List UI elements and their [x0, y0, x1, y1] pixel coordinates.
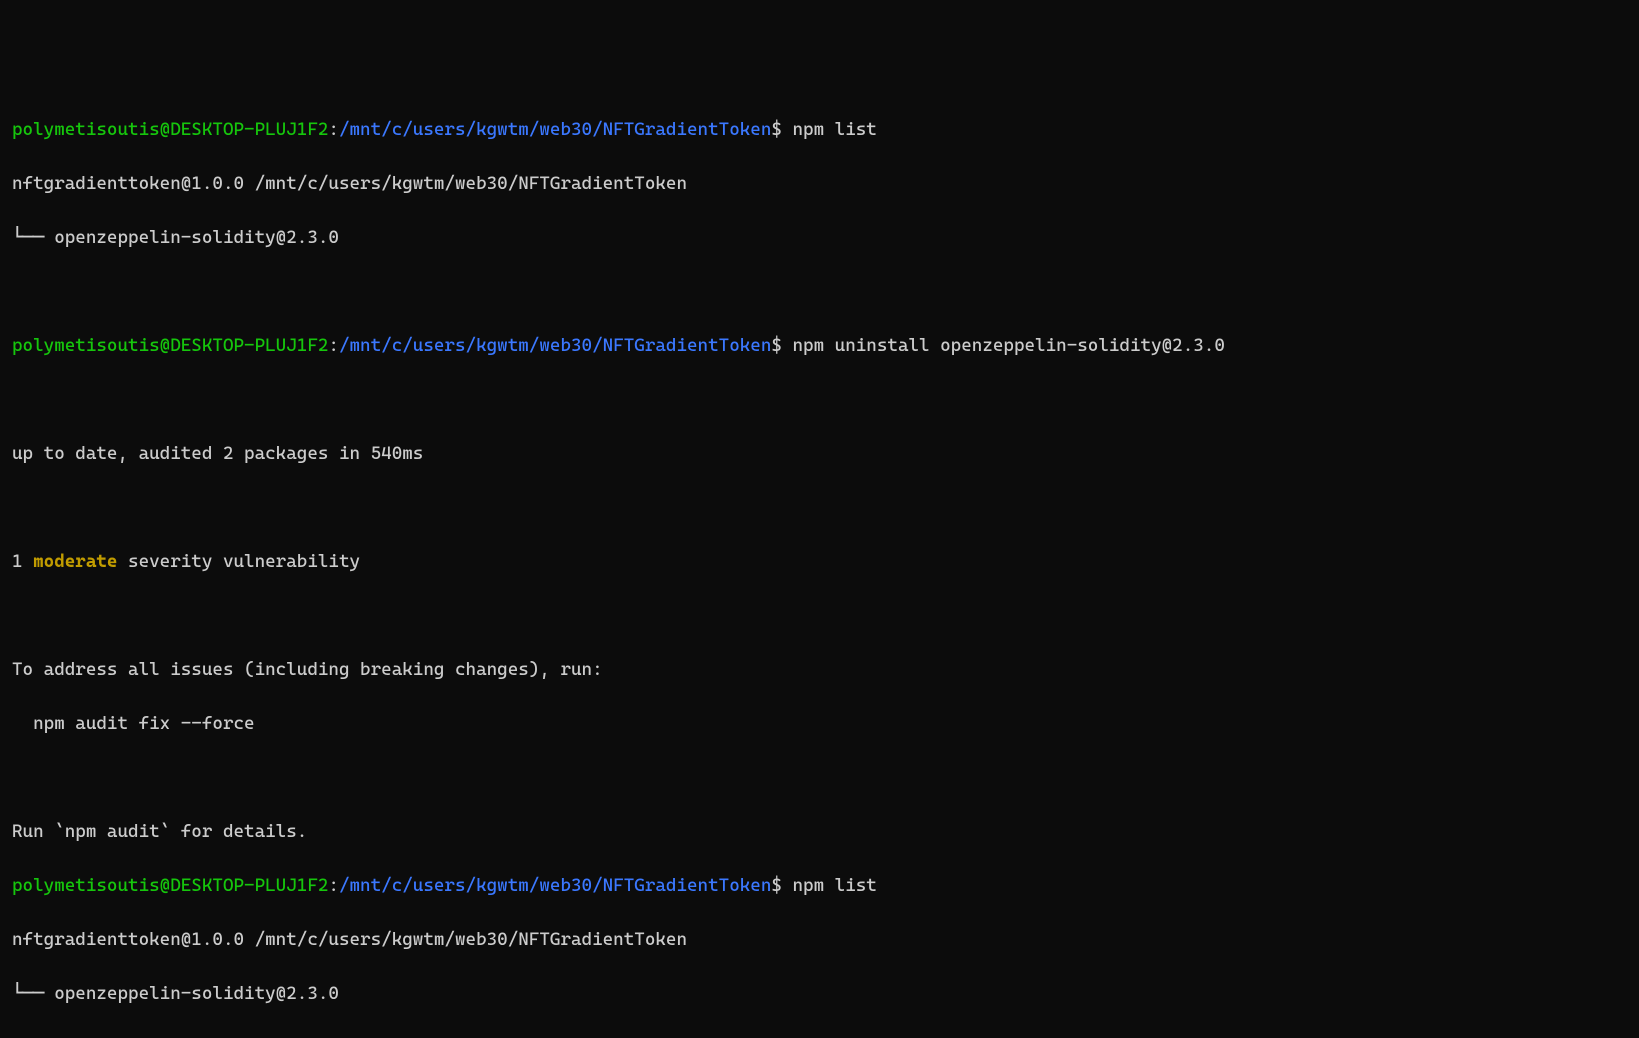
prompt-path: /mnt/c/users/kgwtm/web30/NFTGradientToke… — [339, 875, 771, 896]
prompt-dollar: $ — [771, 335, 782, 356]
prompt-line-2[interactable]: polymetisoutis@DESKTOP-PLUJ1F2:/mnt/c/us… — [12, 332, 1627, 359]
prompt-user: polymetisoutis@DESKTOP-PLUJ1F2 — [12, 875, 328, 896]
blank-line — [12, 494, 1627, 521]
output-3-line-2: └── openzeppelin-solidity@2.3.0 — [12, 980, 1627, 1007]
blank-line — [12, 764, 1627, 791]
command-2: npm uninstall openzeppelin-solidity@2.3.… — [792, 335, 1224, 356]
prompt-path: /mnt/c/users/kgwtm/web30/NFTGradientToke… — [339, 335, 771, 356]
prompt-user: polymetisoutis@DESKTOP-PLUJ1F2 — [12, 119, 328, 140]
output-2-severity: 1 moderate severity vulnerability — [12, 548, 1627, 575]
prompt-colon: : — [328, 875, 339, 896]
prompt-path: /mnt/c/users/kgwtm/web30/NFTGradientToke… — [339, 119, 771, 140]
prompt-user: polymetisoutis@DESKTOP-PLUJ1F2 — [12, 335, 328, 356]
output-3-line-1: nftgradienttoken@1.0.0 /mnt/c/users/kgwt… — [12, 926, 1627, 953]
prompt-line-1[interactable]: polymetisoutis@DESKTOP-PLUJ1F2:/mnt/c/us… — [12, 116, 1627, 143]
prompt-dollar: $ — [771, 875, 782, 896]
output-2-line-3: To address all issues (including breakin… — [12, 656, 1627, 683]
prompt-colon: : — [328, 335, 339, 356]
prompt-dollar: $ — [771, 119, 782, 140]
command-3: npm list — [792, 875, 876, 896]
blank-line — [12, 278, 1627, 305]
blank-line — [12, 386, 1627, 413]
command-1: npm list — [792, 119, 876, 140]
output-2-line-5: Run `npm audit` for details. — [12, 818, 1627, 845]
severity-level: moderate — [33, 551, 117, 572]
output-1-line-1: nftgradienttoken@1.0.0 /mnt/c/users/kgwt… — [12, 170, 1627, 197]
prompt-line-3[interactable]: polymetisoutis@DESKTOP-PLUJ1F2:/mnt/c/us… — [12, 872, 1627, 899]
output-1-line-2: └── openzeppelin-solidity@2.3.0 — [12, 224, 1627, 251]
output-2-line-4: npm audit fix --force — [12, 710, 1627, 737]
prompt-colon: : — [328, 119, 339, 140]
blank-line — [12, 602, 1627, 629]
output-2-line-1: up to date, audited 2 packages in 540ms — [12, 440, 1627, 467]
severity-suffix: severity vulnerability — [117, 551, 360, 572]
severity-count: 1 — [12, 551, 33, 572]
